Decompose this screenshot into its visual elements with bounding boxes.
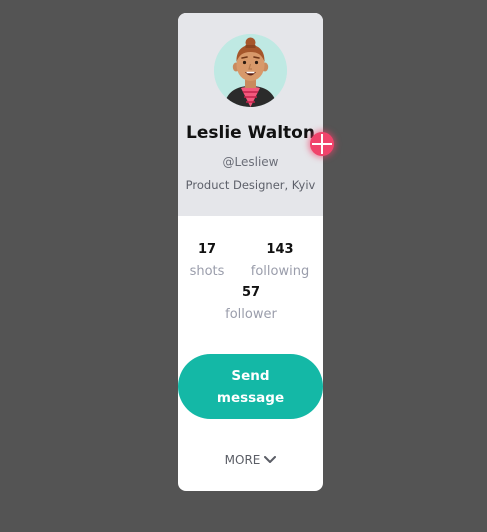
stat-shots-label: shots [189,264,225,279]
profile-role: Product Designer, Kyiv [185,178,316,192]
stat-shots: 17 shots [184,242,230,280]
stat-follower: 57 follower [214,285,288,323]
avatar [214,34,287,107]
profile-header: Leslie Walton @Lesliew Product Designer,… [178,13,323,216]
avatar-illustration [214,34,287,107]
send-message-button[interactable]: Send message [178,354,323,419]
stat-follower-value: 57 [241,285,261,300]
chevron-down-icon [264,456,277,463]
profile-name: Leslie Walton [186,123,315,143]
stat-shots-value: 17 [197,242,217,257]
stat-follower-label: follower [225,307,277,322]
profile-card: Leslie Walton @Lesliew Product Designer,… [178,13,323,491]
more-label: MORE [224,453,261,467]
stat-following-value: 143 [266,242,294,257]
send-message-label: Send message [216,367,285,406]
profile-handle: @Lesliew [222,155,279,169]
plus-icon[interactable] [310,132,334,156]
stat-following: 143 following [244,242,316,280]
more-button[interactable]: MORE [178,451,323,469]
stat-following-label: following [250,264,310,279]
